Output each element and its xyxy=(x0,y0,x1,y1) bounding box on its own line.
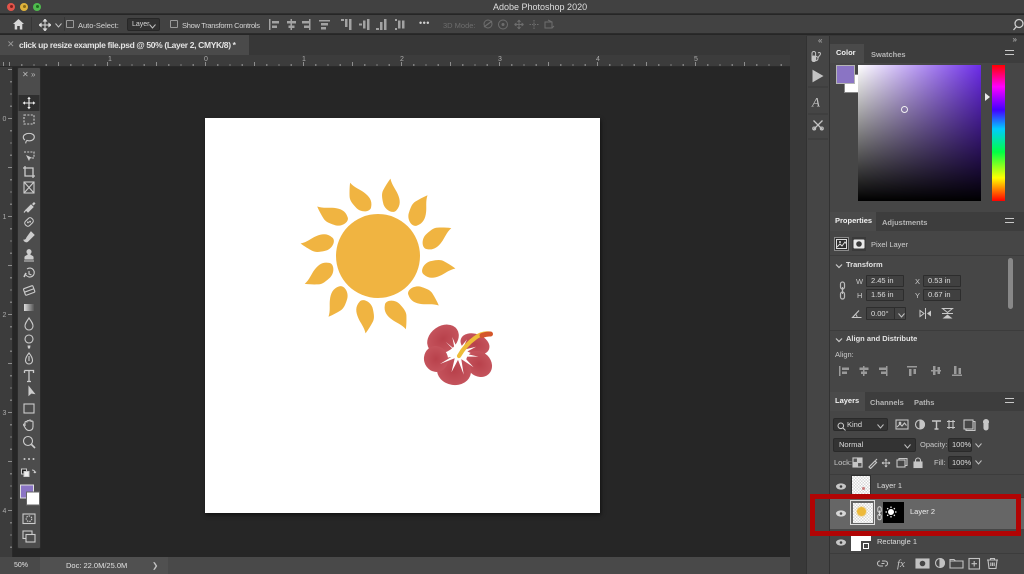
svg-text:fx: fx xyxy=(897,558,905,570)
svg-text:A: A xyxy=(811,95,820,110)
